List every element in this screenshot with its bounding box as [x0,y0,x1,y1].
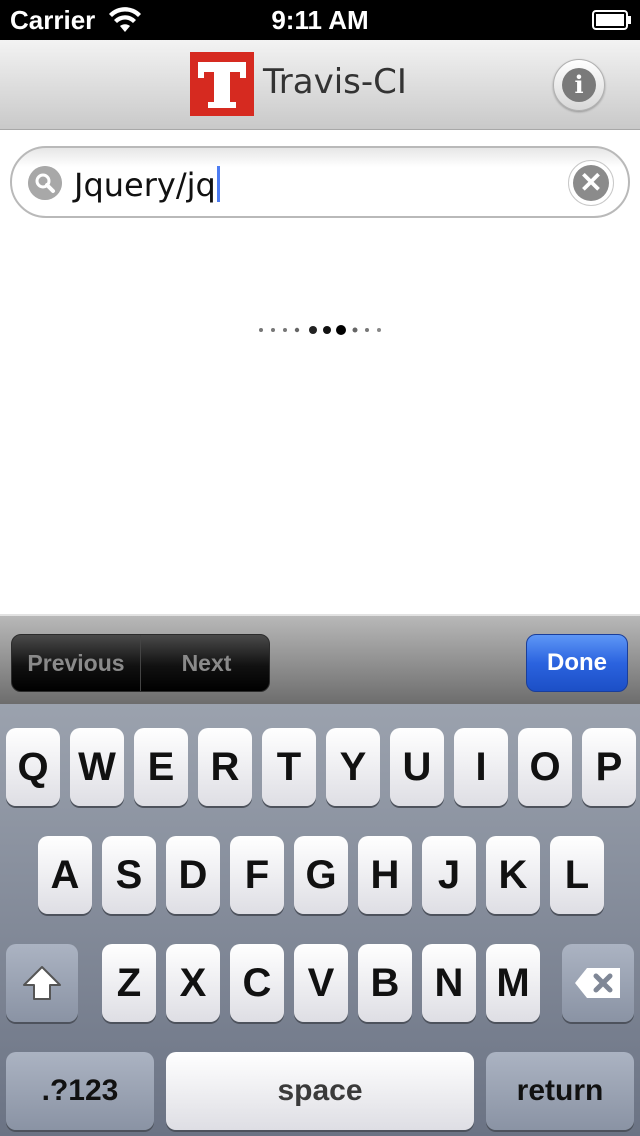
key-v[interactable]: V [294,944,348,1022]
key-q[interactable]: Q [6,728,60,806]
clear-icon: ✕ [573,165,609,201]
info-button[interactable]: i [553,59,605,111]
status-time: 9:11 AM [271,5,369,35]
key-o[interactable]: O [518,728,572,806]
previous-button[interactable]: Previous [12,635,141,691]
key-a[interactable]: A [38,836,92,914]
key-p[interactable]: P [582,728,636,806]
text-caret [216,166,220,202]
magnifier-icon [28,166,62,200]
key-l[interactable]: L [550,836,604,914]
loading-dots-icon [259,325,381,335]
key-r[interactable]: R [198,728,252,806]
next-button[interactable]: Next [142,635,269,691]
shift-icon [23,966,61,1000]
key-m[interactable]: M [486,944,540,1022]
backspace-icon [575,968,620,998]
navigation-bar: Travis-CI i [0,40,640,130]
key-g[interactable]: G [294,836,348,914]
key-j[interactable]: J [422,836,476,914]
battery-icon [592,10,631,30]
clear-search-button[interactable]: ✕ [568,160,614,206]
key-s[interactable]: S [102,836,156,914]
keyboard: Q W E R T Y U I O P A S D F G H J K L Z … [0,704,640,1136]
key-u[interactable]: U [390,728,444,806]
previous-next-control: Previous Next [11,634,270,692]
keyboard-accessory-bar: Previous Next Done [0,614,640,704]
key-n[interactable]: N [422,944,476,1022]
key-t[interactable]: T [262,728,316,806]
key-y[interactable]: Y [326,728,380,806]
key-h[interactable]: H [358,836,412,914]
key-d[interactable]: D [166,836,220,914]
key-b[interactable]: B [358,944,412,1022]
return-key[interactable]: return [486,1052,634,1130]
key-w[interactable]: W [70,728,124,806]
key-c[interactable]: C [230,944,284,1022]
key-e[interactable]: E [134,728,188,806]
app-title: Travis-CI [263,62,407,102]
travis-logo [190,52,254,116]
info-icon: i [562,68,596,102]
done-button[interactable]: Done [526,634,628,692]
numbers-key[interactable]: .?123 [6,1052,154,1130]
search-text: Jquery/jq [74,166,216,204]
search-input-value[interactable]: Jquery/jq [74,166,220,204]
key-k[interactable]: K [486,836,540,914]
key-x[interactable]: X [166,944,220,1022]
key-z[interactable]: Z [102,944,156,1022]
space-key[interactable]: space [166,1052,474,1130]
repository-search-field[interactable]: Jquery/jq ✕ [10,146,630,218]
status-bar: Carrier 9:11 AM [0,0,640,40]
key-f[interactable]: F [230,836,284,914]
delete-key[interactable] [562,944,634,1022]
shift-key[interactable] [6,944,78,1022]
key-i[interactable]: I [454,728,508,806]
